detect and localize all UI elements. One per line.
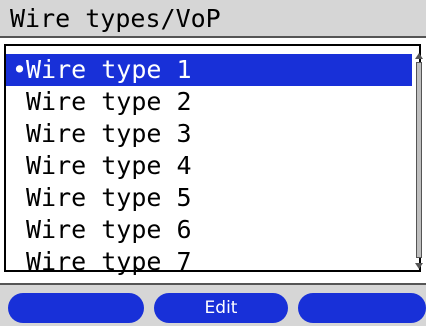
list-item-label: Wire type 2 (26, 87, 192, 116)
softkey-left-button[interactable] (8, 293, 144, 323)
list-item-wire-type-1[interactable]: •Wire type 1 (6, 54, 412, 86)
softkey-right-button[interactable] (298, 293, 426, 323)
list-item-label: Wire type 4 (26, 151, 192, 180)
list-item-wire-type-5[interactable]: Wire type 5 (6, 182, 412, 214)
screen-title: Wire types/VoP (10, 4, 221, 33)
wire-type-list: •Wire type 1 Wire type 2 Wire type 3 Wir… (6, 54, 412, 278)
softkey-bar: Edit (0, 283, 426, 326)
scrollbar[interactable] (414, 52, 424, 270)
title-bar: Wire types/VoP (0, 0, 426, 38)
list-item-wire-type-4[interactable]: Wire type 4 (6, 150, 412, 182)
scroll-thumb[interactable] (417, 63, 421, 257)
scroll-down-arrow-icon[interactable] (414, 262, 424, 270)
list-item-label: Wire type 1 (26, 55, 192, 84)
list-item-label: Wire type 5 (26, 183, 192, 212)
list-item-wire-type-3[interactable]: Wire type 3 (6, 118, 412, 150)
edit-softkey-button[interactable]: Edit (154, 293, 288, 323)
list-item-wire-type-7[interactable]: Wire type 7 (6, 246, 412, 278)
scroll-up-arrow-icon[interactable] (414, 52, 424, 60)
list-item-label: Wire type 6 (26, 215, 192, 244)
list-item-label: Wire type 7 (26, 247, 192, 276)
list-item-wire-type-2[interactable]: Wire type 2 (6, 86, 412, 118)
list-item-label: Wire type 3 (26, 119, 192, 148)
selected-bullet-icon: • (12, 55, 28, 84)
scroll-track[interactable] (416, 62, 422, 258)
list-item-wire-type-6[interactable]: Wire type 6 (6, 214, 412, 246)
